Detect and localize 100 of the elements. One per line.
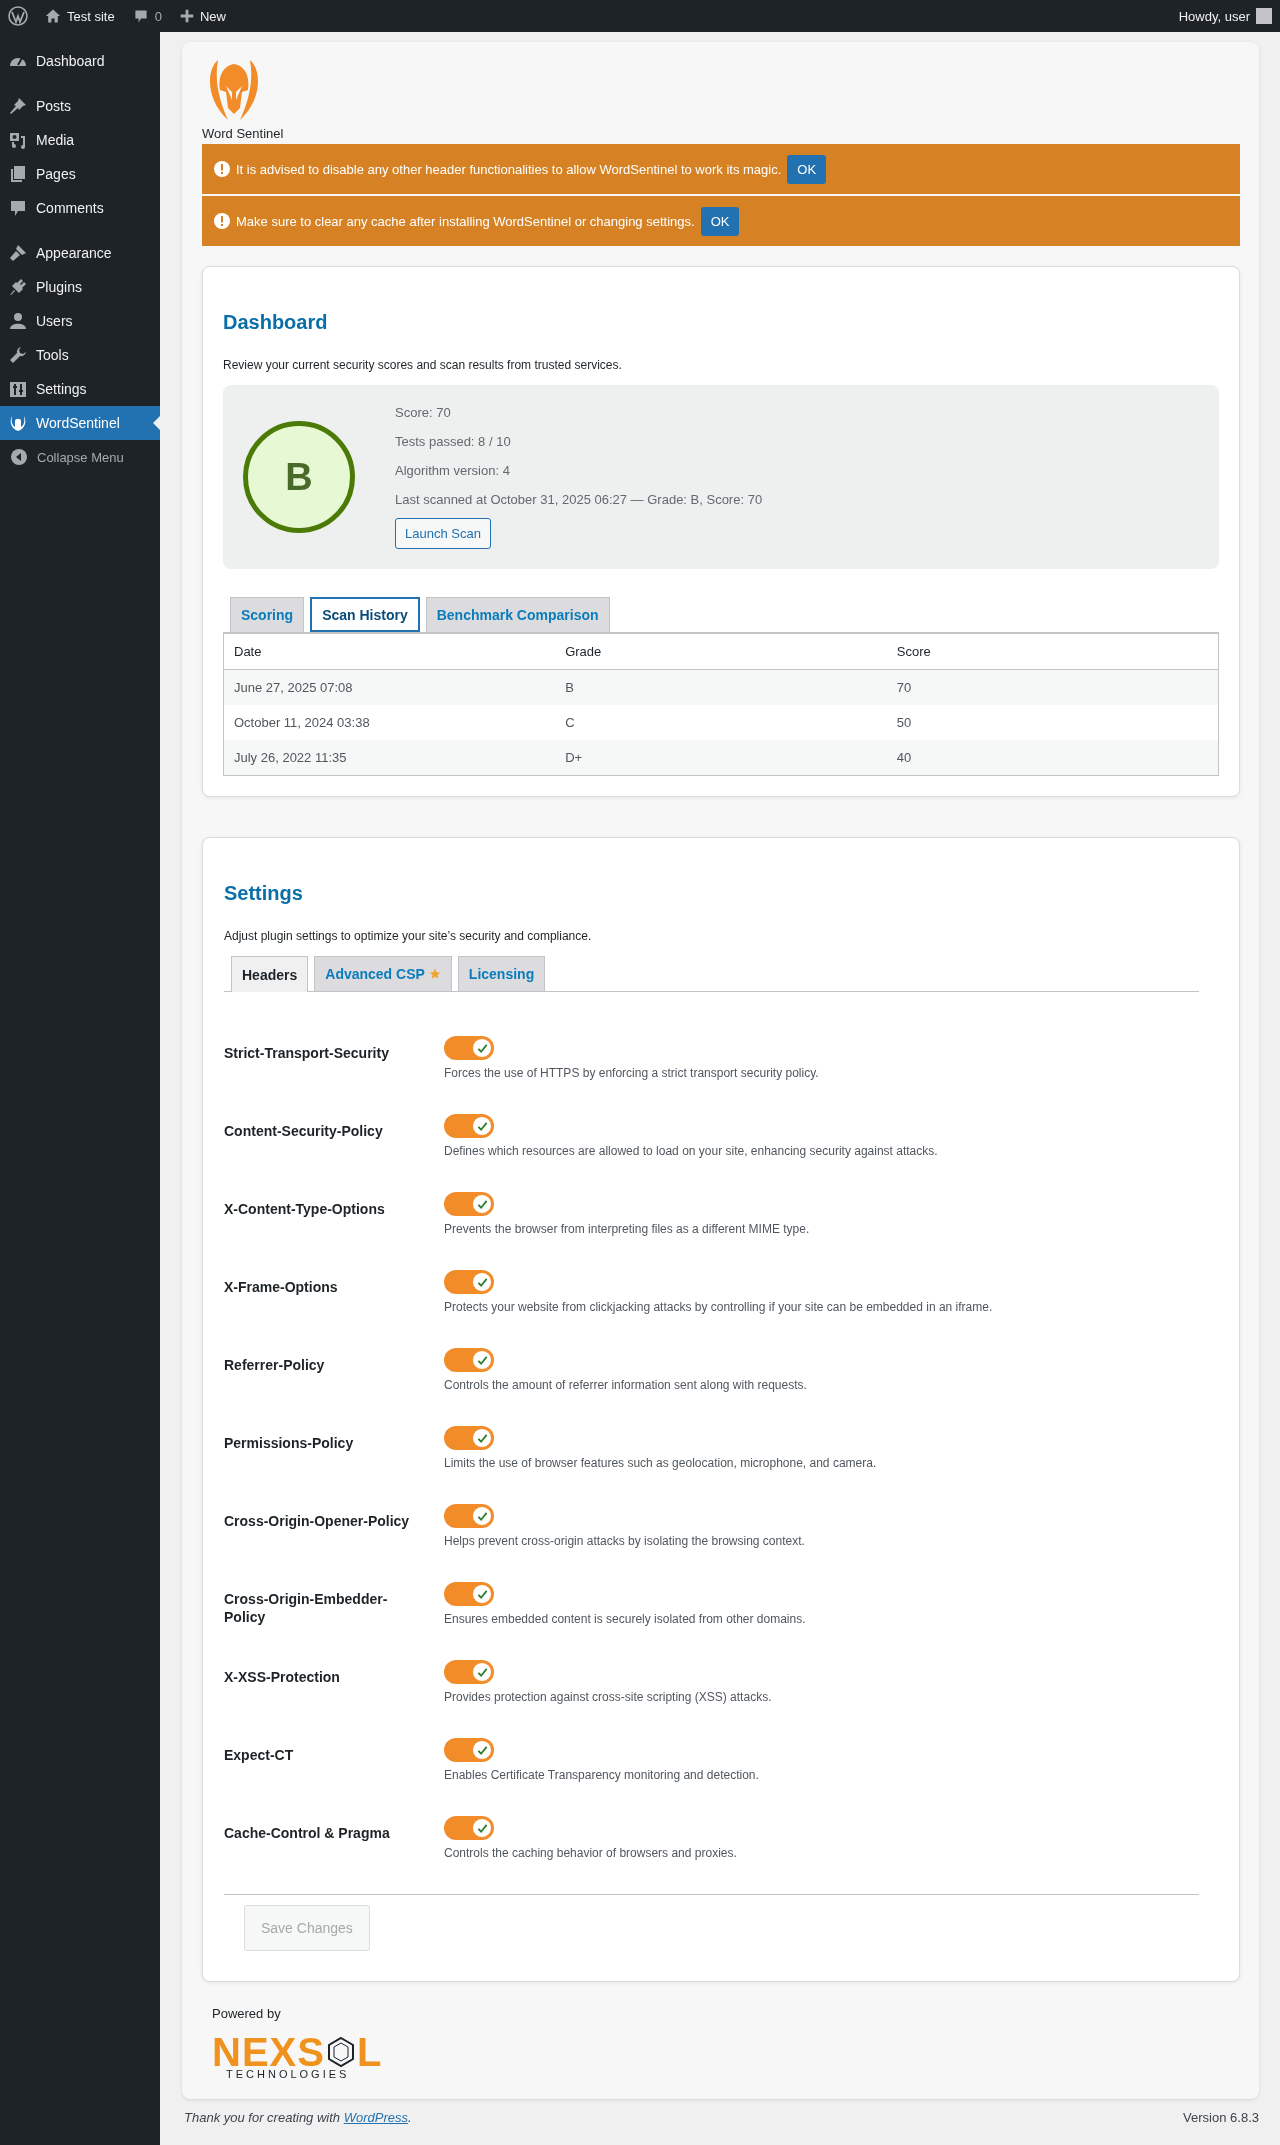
sidebar-item[interactable]: Users [0, 304, 160, 338]
section-description: Review your current security scores and scan results from trusted services. [223, 358, 623, 372]
table-cell: 50 [886, 705, 1219, 740]
comments-link[interactable]: 0 [123, 0, 171, 32]
header-description: Helps prevent cross-origin attacks by isolating the browsing context. [444, 1534, 805, 1548]
toggle-switch[interactable] [444, 1192, 494, 1216]
header-name: Strict-Transport-Security [224, 1044, 390, 1063]
tab[interactable]: Scan History [310, 597, 420, 632]
header-description: Defines which resources are allowed to load on your site, enhancing security against attacks. [444, 1144, 938, 1158]
column-header: Score [886, 633, 1219, 670]
header-name: Referrer-Policy [224, 1356, 326, 1375]
site-link[interactable]: Test site [36, 0, 124, 32]
comment-icon [8, 198, 28, 218]
check-icon [477, 1667, 488, 1678]
toggle-switch[interactable] [444, 1426, 494, 1450]
tab[interactable]: Headers [231, 956, 309, 992]
user-icon [8, 311, 28, 331]
header-name: Permissions-Policy [224, 1434, 355, 1453]
exclamation-icon [214, 161, 230, 177]
column-header: Grade [555, 633, 887, 670]
header-description: Prevents the browser from interpreting files as a different MIME type. [444, 1222, 810, 1236]
exclamation-icon [214, 213, 230, 229]
collapse-menu-button[interactable]: Collapse Menu [0, 440, 160, 474]
sliders-icon [8, 379, 28, 399]
wordpress-link[interactable]: WordPress [343, 2110, 408, 2125]
powered-by-label: Powered by [212, 2006, 282, 2021]
sidebar-item[interactable]: Media [0, 123, 160, 157]
check-icon [477, 1043, 488, 1054]
table-cell: C [555, 705, 887, 740]
sidebar-item[interactable]: Settings [0, 372, 160, 406]
header-description: Ensures embedded content is securely isolated from other domains. [444, 1612, 806, 1626]
pages-icon [8, 164, 28, 184]
toggle-switch[interactable] [444, 1114, 494, 1138]
toggle-switch[interactable] [444, 1348, 494, 1372]
header-name: X-Content-Type-Options [224, 1200, 386, 1219]
check-icon [477, 1745, 488, 1756]
section-title: Dashboard [223, 311, 328, 334]
toggle-switch[interactable] [444, 1738, 494, 1762]
sidebar-item[interactable]: Pages [0, 157, 160, 191]
grade-badge: B [243, 421, 355, 533]
hexagon-icon [325, 2036, 356, 2068]
header-description: Controls the amount of referrer information sent along with requests. [444, 1378, 807, 1392]
section-title: Settings [224, 882, 303, 905]
header-description: Enables Certificate Transparency monitoring and detection. [444, 1768, 759, 1782]
check-icon [477, 1355, 488, 1366]
score-detail: Algorithm version: 4 [395, 463, 511, 478]
header-name: Cross-Origin-Opener-Policy [224, 1512, 411, 1531]
collapse-icon [9, 447, 29, 467]
plug-icon [8, 277, 28, 297]
version-text: Version 6.8.3 [1183, 2110, 1259, 2125]
media-icon [8, 130, 28, 150]
notice-text: It is advised to disable any other header functionalities to allow WordSentinel to work its magic. [236, 161, 782, 177]
score-detail: Tests passed: 8 / 10 [395, 434, 512, 449]
sidebar-item[interactable]: Plugins [0, 270, 160, 304]
toggle-switch[interactable] [444, 1582, 494, 1606]
logo-text: NEXS [212, 2035, 325, 2069]
header-name: Cache-Control & Pragma [224, 1824, 391, 1843]
score-detail: Last scanned at October 31, 2025 06:27 — Grade: B, Score: 70 [395, 492, 763, 507]
notice-text: Make sure to clear any cache after installing WordSentinel or changing settings. [236, 213, 695, 229]
brush-icon [8, 243, 28, 263]
sidebar-item[interactable]: Appearance [0, 236, 160, 270]
toggle-switch[interactable] [444, 1504, 494, 1528]
table-cell: D+ [555, 740, 887, 776]
header-name: X-Frame-Options [224, 1278, 339, 1297]
column-header: Date [223, 633, 556, 670]
sidebar-item[interactable]: Comments [0, 191, 160, 225]
logo-text: L [356, 2035, 383, 2069]
table-cell: 70 [886, 669, 1219, 705]
toggle-switch[interactable] [444, 1036, 494, 1060]
header-name: Expect-CT [224, 1746, 295, 1765]
header-description: Forces the use of HTTPS by enforcing a strict transport security policy. [444, 1066, 819, 1080]
sidebar-item[interactable]: Tools [0, 338, 160, 372]
toggle-switch[interactable] [444, 1660, 494, 1684]
launch-scan-button[interactable]: Launch Scan [395, 518, 491, 549]
header-name: X-XSS-Protection [224, 1668, 341, 1687]
sidebar-item[interactable]: Posts [0, 89, 160, 123]
toggle-switch[interactable] [444, 1816, 494, 1840]
toggle-switch[interactable] [444, 1270, 494, 1294]
header-description: Protects your website from clickjacking attacks by controlling if your site can be embedded in an iframe. [444, 1300, 993, 1314]
check-icon [477, 1277, 488, 1288]
ok-button[interactable]: OK [700, 206, 740, 236]
ok-button[interactable]: OK [787, 154, 827, 184]
check-icon [477, 1511, 488, 1522]
score-detail: Score: 70 [395, 405, 452, 420]
table-cell: 40 [886, 740, 1219, 776]
new-link[interactable]: New [170, 0, 235, 32]
home-icon [45, 8, 61, 24]
table-cell: October 11, 2024 03:38 [223, 705, 556, 740]
check-icon [477, 1589, 488, 1600]
plus-icon [179, 9, 194, 23]
sidebar-item[interactable]: WordSentinel [0, 406, 160, 440]
check-icon [477, 1433, 488, 1444]
brand-name: Word Sentinel [202, 126, 284, 141]
sidebar-item[interactable]: Dashboard [0, 44, 160, 78]
check-icon [477, 1121, 488, 1132]
wordpress-logo-icon[interactable] [8, 6, 28, 26]
greeting-link[interactable]: Howdy, user [1178, 8, 1250, 24]
check-icon [477, 1823, 488, 1834]
pin-icon [8, 96, 28, 116]
wrench-icon [8, 345, 28, 365]
